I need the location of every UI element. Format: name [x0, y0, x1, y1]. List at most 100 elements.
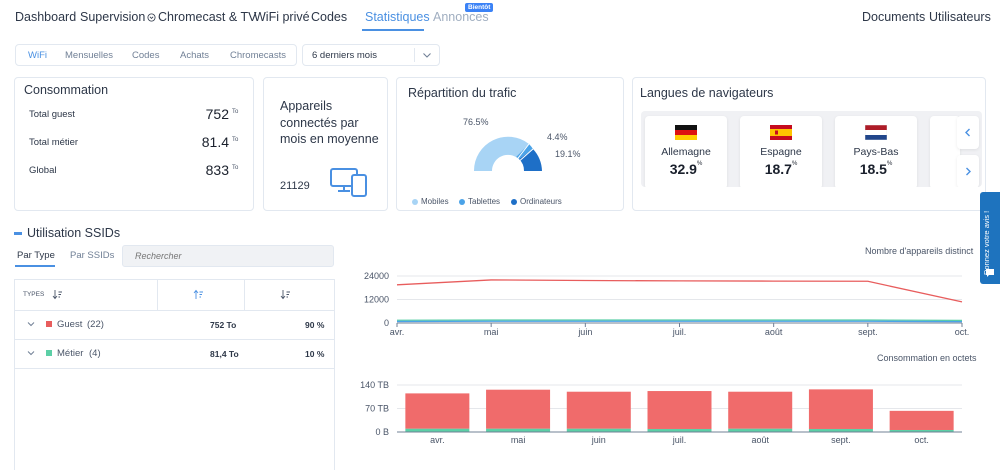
sort-asc-active-icon[interactable] [193, 289, 204, 300]
filter-tab-codes[interactable]: Codes [132, 50, 159, 61]
legend-dot-ordinateurs [511, 199, 517, 205]
period-select[interactable]: 6 derniers mois [302, 44, 440, 66]
bar-0-0 [405, 393, 470, 429]
col-separator [157, 280, 158, 310]
bar-0-6 [889, 410, 954, 430]
legend-dot-tablettes [459, 199, 465, 205]
bar-0-1 [486, 389, 551, 429]
lang-name: Espagne [760, 146, 802, 158]
bar-1-2 [566, 428, 631, 432]
nav-documents[interactable]: Documents [862, 10, 925, 24]
lang-value-unit: % [696, 161, 703, 167]
lang-name: Pays-Bas [853, 146, 899, 158]
chevron-down-icon[interactable] [27, 321, 35, 327]
row-separator [15, 339, 334, 340]
lang-value: 18.5% [835, 161, 917, 177]
filter-tabs: WiFi Mensuelles Codes Achats Chromecasts [15, 44, 297, 66]
nav-dashboard[interactable]: Dashboard [15, 10, 76, 24]
ssid-section-title-text: Utilisation SSIDs [27, 226, 121, 240]
legend-square-metier [46, 350, 52, 356]
ssid-tab-underline [15, 265, 55, 267]
nav-supervision-label: Supervision [80, 10, 146, 24]
th-types: TYPES [23, 291, 45, 298]
lang-value-unit: % [886, 161, 893, 167]
ssid-row-metier-count: (4) [89, 348, 101, 359]
conso-label-global: Global [29, 165, 57, 176]
line-chart-title: Nombre d'appareils distinct [865, 246, 974, 256]
nav-codes[interactable]: Codes [311, 10, 347, 24]
lang-card-allemagne: Allemagne 32.9% [645, 116, 727, 187]
ssid-row-guest-value: 752 To [210, 320, 237, 330]
lang-value-unit: % [791, 161, 798, 167]
pie-label-ordinateurs: 19.1% [555, 149, 581, 159]
consommation-card: Consommation Total guest 752 To Total mé… [14, 77, 254, 211]
ssid-row-metier-name: Métier [57, 348, 84, 359]
bar-0-3 [647, 391, 712, 429]
lang-value-number: 18.5 [859, 161, 887, 177]
nav-wifi-prive[interactable]: WiFi privé [254, 10, 310, 24]
y-tick-label: 140 TB [360, 380, 389, 390]
chevron-right-icon [966, 167, 971, 176]
period-select-value: 6 derniers mois [312, 50, 377, 61]
chevron-down-icon [423, 53, 431, 58]
filter-tab-chromecasts[interactable]: Chromecasts [230, 50, 286, 61]
traffic-pie-chart [473, 136, 542, 172]
ssid-tab-par-type[interactable]: Par Type [17, 250, 55, 261]
x-tick-label: juin [577, 327, 592, 337]
ssid-row-guest-count: (22) [87, 319, 104, 330]
x-tick-label: oct. [914, 435, 929, 445]
nav-supervision[interactable]: Supervision [80, 10, 156, 24]
y-tick-label: 0 B [375, 427, 389, 437]
ssid-section-title: Utilisation SSIDs [14, 226, 120, 240]
legend-square-guest [46, 321, 52, 327]
conso-unit-metier: To [232, 137, 239, 143]
bar-1-4 [728, 428, 793, 432]
flag-spain-icon [770, 125, 792, 140]
sort-desc-icon[interactable] [52, 289, 63, 300]
pie-label-tablettes: 4.4% [547, 132, 568, 142]
lang-value: 32.9% [645, 161, 727, 177]
nav-active-underline [362, 29, 424, 31]
lang-card-pays-bas: Pays-Bas 18.5% [835, 116, 917, 187]
y-tick-label: 70 TB [365, 404, 389, 414]
consommation-title: Consommation [24, 83, 109, 97]
x-tick-label: avr. [430, 435, 445, 445]
langues-card: Langues de navigateurs Allemagne 32.9% E… [632, 77, 986, 211]
period-select-divider [414, 48, 415, 62]
langues-carousel: Allemagne 32.9% Espagne 18.7% Pays-Bas 1… [641, 111, 982, 187]
nav-annonces[interactable]: Annonces [433, 10, 489, 24]
ssid-tab-par-ssids[interactable]: Par SSIDs [70, 250, 114, 261]
lang-card-partial [930, 116, 960, 187]
bar-0-2 [566, 391, 631, 429]
nav-utilisateurs[interactable]: Utilisateurs [929, 10, 991, 24]
chevron-down-icon[interactable] [27, 350, 35, 356]
feedback-label: Donnez votre avis ! [982, 210, 991, 275]
flag-germany-icon [675, 125, 697, 140]
row-separator [15, 310, 334, 311]
lang-value-number: 18.7 [764, 161, 792, 177]
filter-tab-mensuelles[interactable]: Mensuelles [65, 50, 113, 61]
bar-0-5 [808, 389, 873, 429]
x-tick-label: juil. [672, 327, 687, 337]
x-tick-label: sept. [831, 435, 851, 445]
bar-1-1 [486, 428, 551, 432]
bar-1-0 [405, 428, 470, 432]
filter-tab-wifi[interactable]: WiFi [28, 50, 47, 61]
repartition-title: Répartition du trafic [408, 86, 517, 100]
ssid-search-input[interactable] [122, 245, 334, 267]
lang-value-number: 32.9 [669, 161, 697, 177]
appareils-title: Appareils connectés par mois en moyenne [280, 99, 379, 146]
chevron-left-icon [965, 128, 970, 137]
conso-unit-global: To [232, 165, 239, 171]
section-title-accent [14, 232, 22, 236]
nav-chromecast-tv[interactable]: Chromecast & TV [158, 10, 256, 24]
nav-statistiques[interactable]: Statistiques [365, 10, 430, 24]
lang-card-espagne: Espagne 18.7% [740, 116, 822, 187]
carousel-next-button[interactable] [957, 155, 979, 187]
series-line-0 [396, 279, 963, 303]
appareils-value: 21129 [280, 180, 310, 192]
x-tick-label: août [751, 435, 769, 445]
sort-desc-icon[interactable] [280, 289, 291, 300]
filter-tab-achats[interactable]: Achats [180, 50, 209, 61]
carousel-prev-button[interactable] [957, 116, 979, 149]
